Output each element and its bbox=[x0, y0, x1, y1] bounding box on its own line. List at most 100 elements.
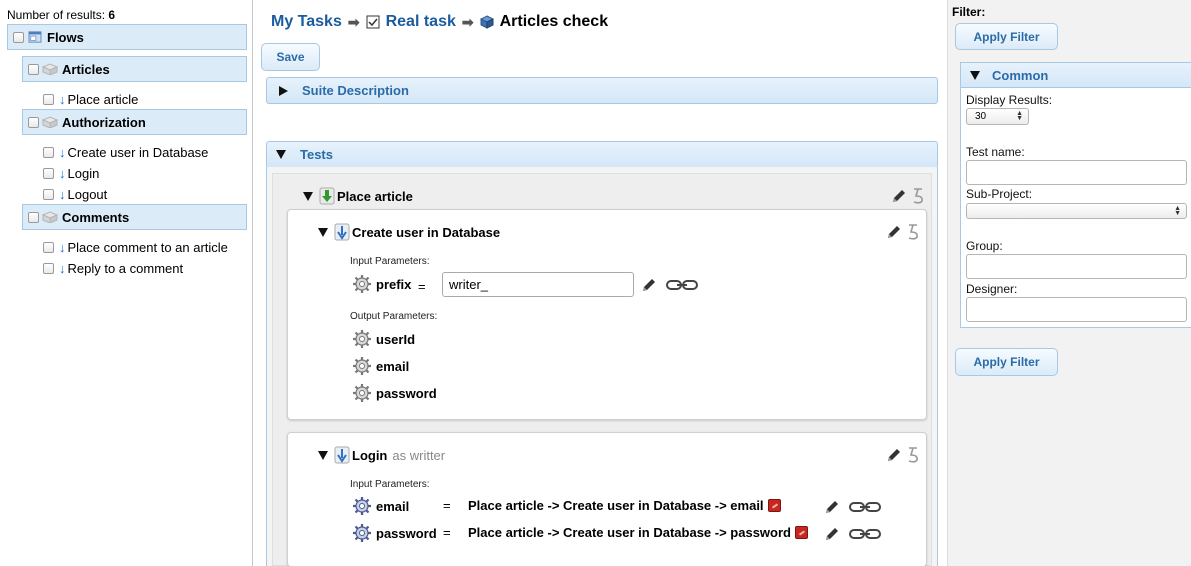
apply-filter-button-bottom[interactable]: Apply Filter bbox=[955, 348, 1058, 376]
expand-triangle-icon[interactable] bbox=[279, 85, 288, 96]
edit-pencil-icon[interactable] bbox=[891, 188, 907, 204]
subproject-label: Sub-Project: bbox=[966, 187, 1033, 201]
output-param-userid: userId bbox=[352, 329, 415, 349]
breadcrumb: My Tasks ➡ Real task ➡ Articles check bbox=[271, 13, 608, 31]
step-subtitle: as writter bbox=[392, 447, 446, 463]
checkbox[interactable] bbox=[28, 211, 39, 223]
breadcrumb-real-task[interactable]: Real task bbox=[386, 13, 456, 31]
output-param-password: password bbox=[352, 383, 437, 403]
test-name-label: Test name: bbox=[966, 145, 1025, 159]
tree-root-flows[interactable]: Flows bbox=[7, 24, 247, 50]
checkbox[interactable] bbox=[13, 31, 24, 43]
edit-pencil-icon[interactable] bbox=[824, 499, 840, 515]
tree-item-place-article[interactable]: ↓ Place article bbox=[43, 90, 138, 108]
link-chain-icon[interactable] bbox=[849, 528, 881, 540]
output-param-email: email bbox=[352, 356, 409, 376]
input-params-label: Input Parameters: bbox=[350, 479, 430, 490]
checkbox[interactable] bbox=[28, 116, 39, 128]
display-results-select[interactable]: 30 ▲ ▼ bbox=[966, 108, 1029, 125]
collapse-triangle-icon[interactable] bbox=[303, 191, 313, 201]
common-header[interactable]: Common bbox=[960, 62, 1191, 88]
edit-pencil-icon[interactable] bbox=[824, 526, 840, 542]
filter-panel: Filter: Apply Filter Common Display Resu… bbox=[947, 0, 1191, 566]
undo-icon[interactable] bbox=[906, 446, 920, 464]
tree-group-comments[interactable]: Comments bbox=[22, 204, 247, 230]
subproject-select[interactable]: ▲ ▼ bbox=[966, 203, 1187, 219]
tree-group-articles[interactable]: Articles bbox=[22, 56, 247, 82]
checkbox[interactable] bbox=[43, 241, 54, 253]
tree-item-reply-comment[interactable]: ↓ Reply to a comment bbox=[43, 259, 183, 277]
edit-pencil-icon[interactable] bbox=[886, 224, 902, 240]
input-params-label: Input Parameters: bbox=[350, 256, 430, 267]
designer-input[interactable] bbox=[966, 297, 1187, 322]
collapse-triangle-icon[interactable] bbox=[276, 150, 286, 159]
undo-icon[interactable] bbox=[906, 223, 920, 241]
down-arrow-icon: ↓ bbox=[59, 165, 66, 181]
tree-group-authorization[interactable]: Authorization bbox=[22, 109, 247, 135]
undo-icon[interactable] bbox=[911, 187, 925, 205]
link-chain-icon[interactable] bbox=[849, 501, 881, 513]
tree-item-logout[interactable]: ↓ Logout bbox=[43, 185, 107, 203]
checkbox[interactable] bbox=[43, 262, 54, 274]
apply-filter-button-top[interactable]: Apply Filter bbox=[955, 23, 1058, 50]
breadcrumb-my-tasks[interactable]: My Tasks bbox=[271, 13, 342, 31]
flow-container: Place article Create user in Database In… bbox=[272, 173, 932, 566]
param-email-reference: Place article -> Create user in Database… bbox=[468, 498, 781, 513]
prefix-value-input[interactable] bbox=[442, 272, 634, 297]
remove-link-icon[interactable] bbox=[794, 526, 808, 539]
results-count: Number of results: 6 bbox=[7, 8, 116, 22]
filter-title: Filter: bbox=[952, 5, 986, 19]
flows-icon bbox=[28, 31, 42, 43]
gear-icon bbox=[353, 330, 371, 348]
folder-icon bbox=[42, 116, 58, 128]
gear-icon bbox=[353, 357, 371, 375]
down-arrow-icon: ↓ bbox=[59, 144, 66, 160]
collapse-triangle-icon[interactable] bbox=[970, 70, 980, 80]
down-arrow-icon: ↓ bbox=[59, 186, 66, 202]
save-button[interactable]: Save bbox=[261, 43, 320, 71]
equals-sign: = bbox=[418, 279, 426, 294]
tree-item-create-user[interactable]: ↓ Create user in Database bbox=[43, 143, 208, 161]
checkbox[interactable] bbox=[43, 93, 54, 105]
param-email: email bbox=[352, 496, 409, 516]
down-arrow-icon: ↓ bbox=[59, 239, 66, 255]
checkbox[interactable] bbox=[43, 188, 54, 200]
test-name-input[interactable] bbox=[966, 160, 1187, 185]
updown-icon: ▲ ▼ bbox=[1174, 205, 1181, 217]
folder-icon bbox=[42, 211, 58, 223]
step-down-arrow-icon bbox=[334, 223, 350, 241]
display-results-label: Display Results: bbox=[966, 93, 1053, 107]
tests-body: Place article Create user in Database In… bbox=[266, 167, 938, 566]
suite-description-header[interactable]: Suite Description bbox=[266, 77, 938, 104]
equals-sign: = bbox=[443, 525, 451, 540]
folder-icon bbox=[42, 63, 58, 75]
flow-title: Place article bbox=[303, 187, 413, 205]
edit-pencil-icon[interactable] bbox=[641, 277, 657, 293]
checkbox[interactable] bbox=[28, 63, 39, 75]
tree-item-place-comment[interactable]: ↓ Place comment to an article bbox=[43, 238, 228, 256]
link-chain-icon[interactable] bbox=[666, 279, 698, 291]
group-input[interactable] bbox=[966, 254, 1187, 279]
checkbox[interactable] bbox=[43, 146, 54, 158]
tree-item-login[interactable]: ↓ Login bbox=[43, 164, 99, 182]
param-password: password bbox=[352, 523, 437, 543]
down-arrow-icon: ↓ bbox=[59, 260, 66, 276]
edit-pencil-icon[interactable] bbox=[886, 447, 902, 463]
tests-header[interactable]: Tests bbox=[266, 141, 938, 168]
gear-icon bbox=[353, 384, 371, 402]
breadcrumb-current: Articles check bbox=[499, 13, 609, 30]
collapse-triangle-icon[interactable] bbox=[318, 227, 328, 237]
suite-editor: My Tasks ➡ Real task ➡ Articles check Sa… bbox=[254, 0, 946, 566]
checkbox[interactable] bbox=[43, 167, 54, 179]
remove-link-icon[interactable] bbox=[767, 499, 781, 512]
collapse-triangle-icon[interactable] bbox=[318, 450, 328, 460]
gear-icon bbox=[353, 275, 371, 293]
task-icon bbox=[366, 15, 380, 29]
linked-gear-icon bbox=[353, 497, 371, 515]
output-params-label: Output Parameters: bbox=[350, 311, 438, 322]
step-title: Create user in Database bbox=[318, 223, 500, 241]
arrow-right-icon: ➡ bbox=[347, 13, 360, 30]
param-password-reference: Place article -> Create user in Database… bbox=[468, 525, 808, 540]
step-title: Login as writter bbox=[318, 446, 445, 464]
group-label: Group: bbox=[966, 239, 1003, 253]
